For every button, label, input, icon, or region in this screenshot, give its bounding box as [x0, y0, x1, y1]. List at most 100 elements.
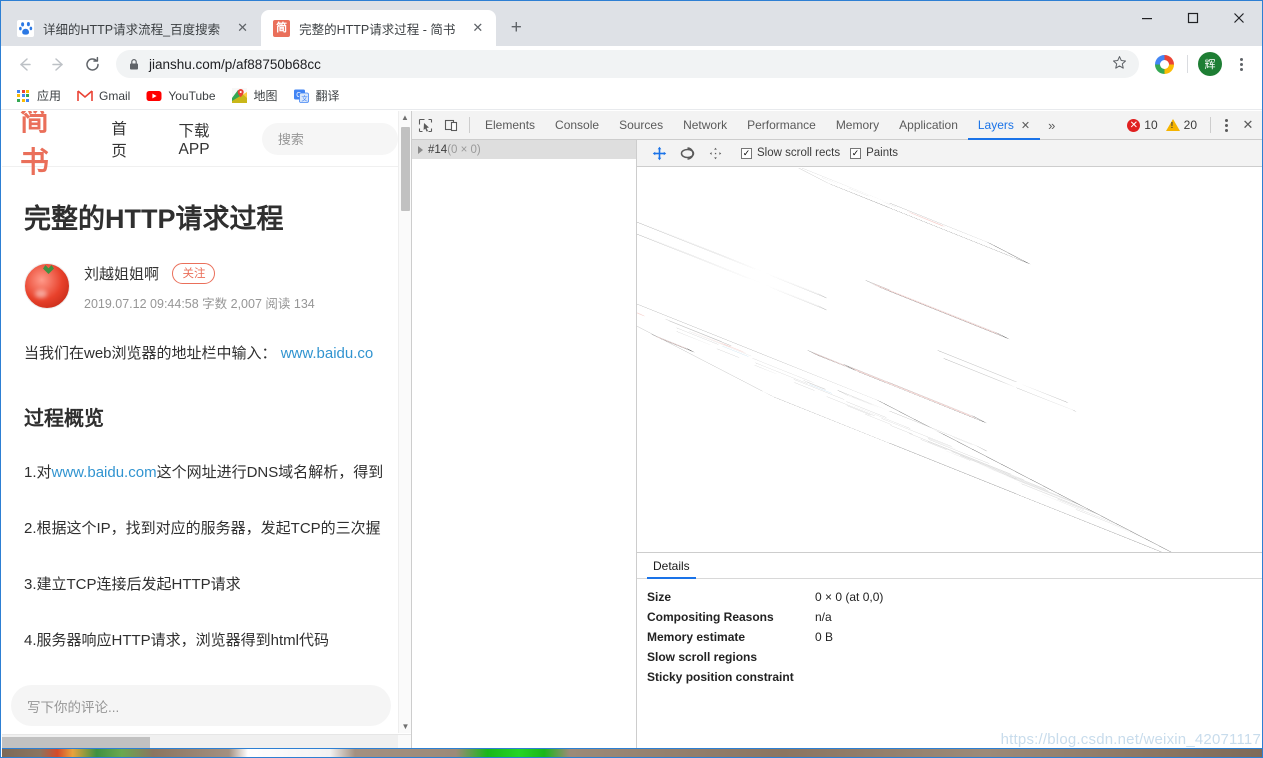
bookmark-star-icon[interactable]: [1112, 55, 1127, 73]
devtools-tab-performance[interactable]: Performance: [737, 111, 826, 140]
bookmark-gmail[interactable]: Gmail: [69, 85, 138, 107]
inline-link[interactable]: www.baidu.com: [52, 464, 157, 481]
details-tab[interactable]: Details: [647, 554, 696, 579]
bookmark-maps[interactable]: 地图: [224, 84, 286, 107]
nav-item-download-app[interactable]: 下载APP: [179, 119, 227, 159]
back-button-icon[interactable]: [9, 49, 39, 79]
forward-button-icon[interactable]: [43, 49, 73, 79]
reload-button-icon[interactable]: [77, 49, 107, 79]
svg-text:文: 文: [301, 93, 308, 102]
slow-scroll-rects-checkbox[interactable]: ✓ Slow scroll rects: [741, 147, 840, 159]
devtools-tab-close-icon[interactable]: ✕: [1021, 119, 1030, 132]
minimize-button[interactable]: [1124, 1, 1170, 34]
layer-3d-rect[interactable]: [807, 350, 854, 370]
tab-close-icon[interactable]: ✕: [469, 20, 486, 37]
close-window-button[interactable]: [1216, 1, 1262, 34]
details-row: Slow scroll regions: [647, 647, 1262, 667]
article-paragraph-2: 1.对www.baidu.com这个网址进行DNS域名解析，得到: [24, 459, 383, 487]
more-tabs-icon[interactable]: »: [1040, 118, 1063, 133]
reset-transform-icon[interactable]: [703, 142, 727, 164]
author-line: 刘越姐姐啊 关注: [84, 263, 315, 284]
devtools-tab-memory[interactable]: Memory: [826, 111, 889, 140]
desktop-background-strip: [2, 748, 1262, 757]
inline-link[interactable]: www.baidu.co: [281, 345, 374, 362]
browser-window: 详细的HTTP请求流程_百度搜索 ✕ 简 完整的HTTP请求过程 - 简书 ✕ …: [0, 0, 1263, 758]
chrome-sync-icon[interactable]: [1155, 54, 1174, 74]
devtools-close-icon[interactable]: ✕: [1236, 113, 1260, 137]
layer-3d-rect[interactable]: [937, 350, 1069, 403]
browser-tab-baidu[interactable]: 详细的HTTP请求流程_百度搜索 ✕: [5, 10, 261, 46]
details-value: 0 × 0 (at 0,0): [815, 590, 884, 604]
devtools-tab-label: Layers: [977, 118, 1014, 132]
bookmark-apps[interactable]: 应用: [7, 84, 69, 107]
layer-3d-rect[interactable]: [787, 168, 1028, 263]
translate-icon: G 文: [294, 88, 310, 104]
page-vertical-scrollbar[interactable]: ▲ ▼: [398, 111, 411, 733]
layers-3d-canvas[interactable]: [637, 168, 1262, 553]
bookmarks-bar: 应用 Gmail YouTube 地图 G 文 翻译: [1, 82, 1262, 110]
author-name[interactable]: 刘越姐姐啊: [84, 266, 159, 283]
divider: [1210, 117, 1211, 133]
scroll-down-arrow-icon[interactable]: ▼: [399, 720, 411, 733]
layer-tree-row[interactable]: #14 (0 × 0): [412, 140, 636, 159]
device-toolbar-icon[interactable]: [438, 113, 464, 138]
devtools-tab-elements[interactable]: Elements: [475, 111, 545, 140]
expand-triangle-icon[interactable]: [418, 145, 423, 154]
nav-item-home[interactable]: 首页: [111, 117, 135, 161]
profile-avatar[interactable]: 辉: [1198, 52, 1222, 76]
details-key: Size: [647, 590, 672, 604]
article-meta: 2019.07.12 09:44:58 字数 2,007 阅读 134: [84, 297, 315, 311]
address-bar[interactable]: jianshu.com/p/af88750b68cc: [116, 50, 1139, 78]
content-fade-overlay: [2, 665, 400, 685]
devtools-tabbar: Elements Console Sources Network Perform…: [412, 111, 1262, 140]
layer-tree-panel[interactable]: #14 (0 × 0): [412, 140, 637, 757]
chrome-menu-icon[interactable]: [1228, 51, 1254, 77]
paragraph-text: 1.对: [24, 464, 52, 481]
layer-3d-rect[interactable]: [637, 230, 828, 311]
devtools-tab-network[interactable]: Network: [673, 111, 737, 140]
tab-close-icon[interactable]: ✕: [234, 20, 251, 37]
jianshu-logo[interactable]: 简书: [20, 111, 68, 181]
comment-input[interactable]: 写下你的评论...: [11, 685, 391, 726]
layer-3d-rect[interactable]: [637, 218, 828, 299]
devtools-tab-layers[interactable]: Layers ✕: [968, 111, 1040, 140]
devtools-menu-icon[interactable]: [1216, 113, 1236, 137]
pan-mode-icon[interactable]: [647, 142, 671, 164]
bookmark-translate[interactable]: G 文 翻译: [286, 84, 348, 107]
horizontal-scrollbar-thumb[interactable]: [2, 737, 150, 748]
scroll-up-arrow-icon[interactable]: ▲: [399, 111, 411, 124]
browser-tab-jianshu[interactable]: 简 完整的HTTP请求过程 - 简书 ✕: [261, 10, 497, 46]
author-avatar[interactable]: [24, 263, 70, 309]
layer-3d-rect[interactable]: [943, 358, 1077, 412]
paints-checkbox[interactable]: ✓ Paints: [850, 147, 898, 159]
article-paragraph-3: 2.根据这个IP，找到对应的服务器，发起TCP的三次握: [24, 520, 381, 537]
checkbox-label: Paints: [866, 147, 899, 159]
layer-details-panel: Details Size 0 × 0 (at 0,0) Compositing …: [637, 554, 1262, 757]
layer-3d-rect[interactable]: [637, 228, 1202, 552]
follow-button[interactable]: 关注: [172, 263, 216, 284]
tab-strip: 详细的HTTP请求流程_百度搜索 ✕ 简 完整的HTTP请求过程 - 简书 ✕ …: [1, 1, 1262, 46]
vertical-scrollbar-thumb[interactable]: [401, 127, 410, 211]
rotate-mode-icon[interactable]: [675, 142, 699, 164]
page-horizontal-scrollbar[interactable]: ▶: [2, 734, 411, 750]
apps-grid-icon: [15, 88, 31, 104]
article-paragraph-5: 4.服务器响应HTTP请求，浏览器得到html代码: [24, 632, 330, 649]
layer-3d-rect[interactable]: [865, 280, 1007, 338]
warning-count-badge[interactable]: 20: [1165, 118, 1197, 132]
error-count-badge[interactable]: ✕ 10: [1127, 118, 1158, 132]
details-key: Slow scroll regions: [647, 650, 758, 664]
site-search-input[interactable]: 搜索: [261, 122, 398, 155]
inspect-element-icon[interactable]: [412, 113, 438, 138]
bookmark-youtube[interactable]: YouTube: [138, 85, 223, 107]
devtools-tab-sources[interactable]: Sources: [609, 111, 673, 140]
layers-view: ✓ Slow scroll rects ✓ Paints Details Siz…: [637, 140, 1262, 757]
omnibox-bar: jianshu.com/p/af88750b68cc 辉: [1, 46, 1262, 82]
new-tab-button[interactable]: +: [501, 13, 531, 43]
devtools-tab-console[interactable]: Console: [545, 111, 609, 140]
bookmark-label: 地图: [253, 89, 278, 103]
details-table: Size 0 × 0 (at 0,0) Compositing Reasons …: [637, 579, 1262, 687]
bookmark-label: YouTube: [168, 88, 216, 103]
devtools-tab-application[interactable]: Application: [889, 111, 968, 140]
maximize-button[interactable]: [1170, 1, 1216, 34]
window-controls: [1124, 1, 1262, 34]
